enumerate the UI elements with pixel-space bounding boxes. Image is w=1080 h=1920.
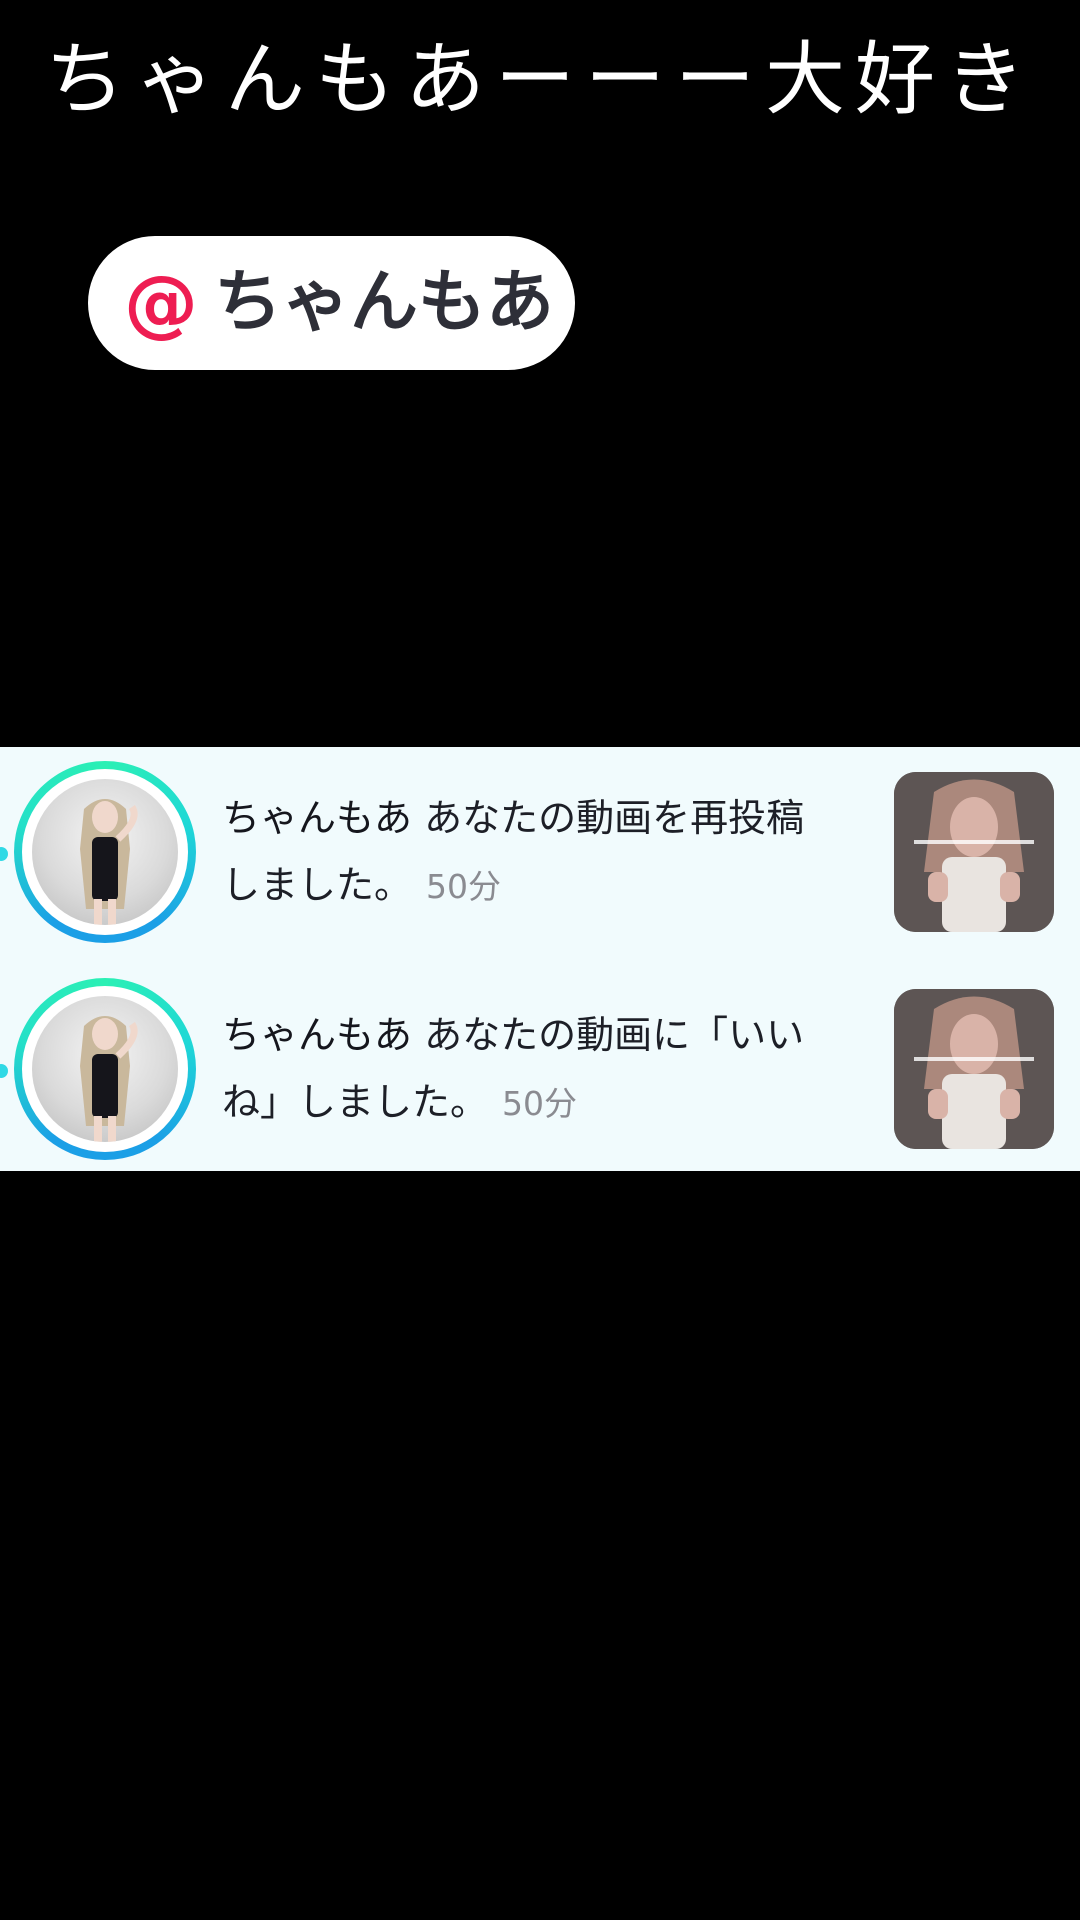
notification-username[interactable]: ちゃんもあ <box>222 796 412 840</box>
profile-photo-icon <box>32 779 178 925</box>
mention-username: ちゃんもあ <box>214 263 555 342</box>
mention-sticker[interactable]: @ ちゃんもあ <box>88 236 575 370</box>
unread-dot <box>0 847 8 861</box>
notification-username[interactable]: ちゃんもあ <box>222 1013 412 1057</box>
profile-photo-icon <box>32 996 178 1142</box>
at-symbol-icon: @ <box>124 260 198 346</box>
avatar-border <box>22 769 188 935</box>
avatar[interactable] <box>14 761 196 943</box>
notification-item-like[interactable]: ちゃんもあ あなたの動画に「いいね」しました。 50分 <box>0 964 1080 1176</box>
notification-text: ちゃんもあ あなたの動画を再投稿しました。 50分 <box>222 785 842 920</box>
notification-time: 50分 <box>426 867 502 906</box>
notification-time: 50分 <box>502 1084 578 1123</box>
avatar-border <box>22 986 188 1152</box>
unread-dot <box>0 1064 8 1078</box>
video-thumbnail-icon[interactable] <box>894 772 1054 932</box>
notification-panel: ちゃんもあ あなたの動画を再投稿しました。 50分 ちゃんもあ あなたの動画に「… <box>0 747 1080 1171</box>
notification-item-repost[interactable]: ちゃんもあ あなたの動画を再投稿しました。 50分 <box>0 747 1080 959</box>
avatar[interactable] <box>14 978 196 1160</box>
video-thumbnail-icon[interactable] <box>894 989 1054 1149</box>
notification-text: ちゃんもあ あなたの動画に「いいね」しました。 50分 <box>222 1002 842 1137</box>
video-caption: ちゃんもあーーー大好き <box>45 33 1035 126</box>
